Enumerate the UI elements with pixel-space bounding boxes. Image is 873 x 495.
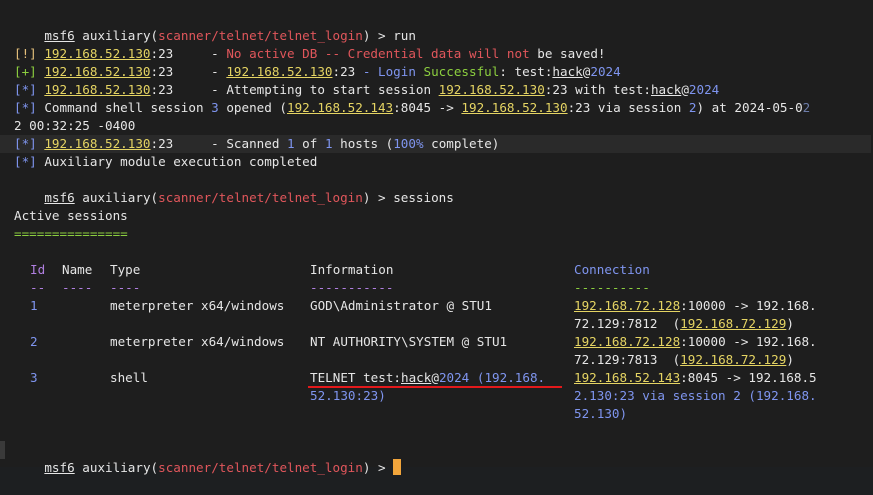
- command-run: run: [393, 28, 416, 43]
- session-2-type: meterpreter x64/windows: [110, 334, 285, 349]
- prompt-line-run: msf6 auxiliary(scanner/telnet/telnet_log…: [44, 28, 416, 43]
- col-id-dashes: --: [30, 280, 46, 295]
- col-connection-header: Connection: [574, 262, 650, 277]
- col-information-dashes: -----------: [310, 280, 394, 295]
- col-information-header: Information: [310, 262, 394, 277]
- session-2-connection-cont: 72.129:7813 (192.168.72.129): [574, 352, 794, 367]
- session-3-type: shell: [110, 370, 148, 385]
- session-3-connection: 192.168.52.143:8045 -> 192.168.5: [574, 370, 817, 385]
- text-cursor[interactable]: [393, 459, 402, 475]
- session-3-connection-cont2: 52.130): [574, 406, 628, 421]
- session-2-connection: 192.168.72.128:10000 -> 192.168.: [574, 334, 817, 349]
- session-3-info: TELNET test:hack@2024 (192.168.: [310, 370, 546, 385]
- col-name-header: Name: [62, 262, 93, 277]
- output-line-scanned: [*] 192.168.52.130:23 - Scanned 1 of 1 h…: [0, 135, 871, 153]
- command-sessions: sessions: [393, 190, 454, 205]
- col-id-header: Id: [30, 262, 46, 277]
- sessions-heading: Active sessions: [14, 208, 128, 223]
- session-1-info: GOD\Administrator @ STU1: [310, 298, 492, 313]
- session-3-info-cont: 52.130:23): [310, 388, 386, 403]
- col-name-dashes: ----: [62, 280, 93, 295]
- session-1-connection: 192.168.72.128:10000 -> 192.168.: [574, 298, 817, 313]
- session-2-info: NT AUTHORITY\SYSTEM @ STU1: [310, 334, 508, 349]
- terminal-window[interactable]: msf6 auxiliary(scanner/telnet/telnet_log…: [0, 0, 873, 475]
- session-1-type: meterpreter x64/windows: [110, 298, 285, 313]
- red-underline-annotation: [308, 386, 562, 388]
- output-line-session-time: 2 00:32:25 -0400: [14, 118, 136, 133]
- session-1-connection-cont: 72.129:7812 (192.168.72.129): [574, 316, 794, 331]
- col-connection-dashes: ----------: [574, 280, 650, 295]
- session-2-id: 2: [30, 334, 38, 349]
- line-marker: [0, 441, 5, 459]
- sessions-heading-underline: ===============: [14, 226, 128, 241]
- output-line-session-opened: [*] Command shell session 3 opened (192.…: [14, 100, 811, 115]
- output-line-no-db: [!] 192.168.52.130:23 - No active DB -- …: [14, 46, 606, 61]
- prompt-line-sessions: msf6 auxiliary(scanner/telnet/telnet_log…: [44, 190, 454, 205]
- col-type-dashes: ----: [110, 280, 141, 295]
- session-3-connection-cont: 2.130:23 via session 2 (192.168.: [574, 388, 817, 403]
- output-line-login-success: [+] 192.168.52.130:23 - 192.168.52.130:2…: [14, 64, 621, 79]
- col-type-header: Type: [110, 262, 141, 277]
- output-line-module-complete: [*] Auxiliary module execution completed: [14, 154, 318, 169]
- output-line-attempting: [*] 192.168.52.130:23 - Attempting to st…: [14, 82, 720, 97]
- session-1-id: 1: [30, 298, 38, 313]
- session-3-id: 3: [30, 370, 38, 385]
- prompt-line-current[interactable]: msf6 auxiliary(scanner/telnet/telnet_log…: [14, 441, 402, 475]
- prompt-app: msf6: [44, 28, 75, 43]
